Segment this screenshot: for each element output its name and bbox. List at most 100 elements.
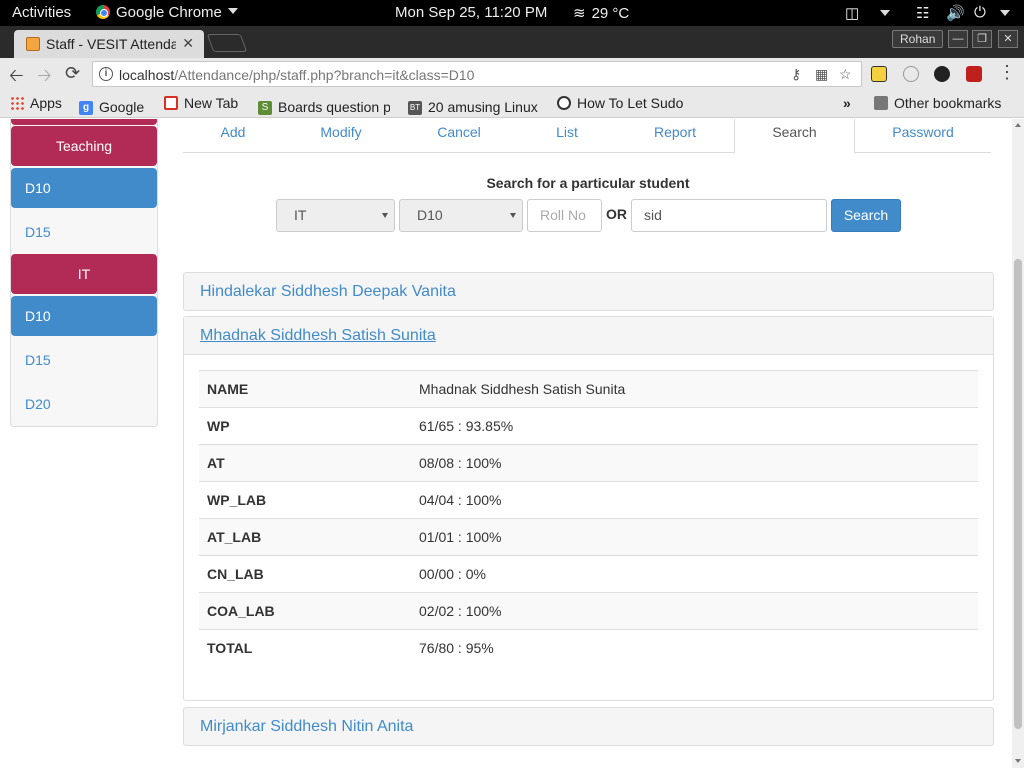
student-name-link[interactable]: Mhadnak Siddhesh Satish Sunita	[200, 327, 436, 345]
maximize-icon[interactable]: ❐	[972, 30, 992, 48]
student-name-link[interactable]: Hindalekar Siddhesh Deepak Vanita	[200, 283, 456, 301]
search-button[interactable]: Search	[831, 199, 901, 232]
table-row: TOTAL 76/80 : 95%	[199, 629, 978, 667]
new-tab-button[interactable]	[206, 34, 248, 52]
tab-modify[interactable]: Modify	[283, 119, 399, 153]
browser-tab[interactable]: Staff - VESIT Attendance ✕	[14, 30, 204, 58]
table-row: WP_LAB 04/04 : 100%	[199, 481, 978, 519]
camera-icon[interactable]: ◫	[845, 4, 859, 22]
student-name-link[interactable]: Mirjankar Siddhesh Nitin Anita	[200, 718, 413, 736]
scroll-up-icon[interactable]	[1015, 123, 1021, 127]
search-title: Search for a particular student	[486, 175, 690, 191]
panel-header[interactable]: Mhadnak Siddhesh Satish Sunita	[184, 317, 993, 355]
row-value: Mhadnak Siddhesh Satish Sunita	[411, 370, 978, 408]
roll-no-input[interactable]: Roll No	[527, 199, 602, 232]
reload-icon[interactable]: ⟳	[65, 63, 80, 84]
student-panel[interactable]: Hindalekar Siddhesh Deepak Vanita	[183, 272, 994, 311]
row-key: WP	[199, 407, 411, 445]
more-bookmarks-icon[interactable]: »	[843, 95, 851, 111]
row-key: NAME	[199, 370, 411, 408]
student-panel[interactable]: Mirjankar Siddhesh Nitin Anita	[183, 707, 994, 746]
sidebar-item-teaching-d10[interactable]: D10	[11, 168, 157, 208]
bookmark-label: Boards question p	[278, 99, 390, 115]
tab-search[interactable]: Search	[734, 119, 855, 154]
sidebar-item-teaching-d15[interactable]: D15	[11, 212, 157, 252]
class-value: D10	[417, 207, 443, 223]
sidebar-item-it-d20[interactable]: D20	[11, 384, 157, 424]
page-scrollbar[interactable]	[1012, 119, 1024, 768]
bookmark-label: Google	[99, 99, 145, 115]
system-top-bar: Activities Google Chrome Mon Sep 25, 11:…	[0, 0, 1024, 26]
name-search-input[interactable]: sid	[631, 199, 827, 232]
minimize-icon[interactable]: —	[948, 30, 968, 48]
tab-title: Staff - VESIT Attendance	[46, 36, 176, 52]
extension-github-icon[interactable]	[934, 66, 950, 82]
chevron-down-icon[interactable]	[994, 6, 1010, 23]
chevron-down-icon[interactable]	[874, 6, 890, 23]
scroll-down-icon[interactable]	[1015, 759, 1021, 763]
address-bar[interactable]: i localhost/Attendance/php/staff.php?bra…	[92, 61, 862, 87]
bookmark-sudo[interactable]: How To Let Sudo	[557, 95, 691, 111]
url-text: localhost/Attendance/php/staff.php?branc…	[119, 67, 474, 83]
bookmark-boards[interactable]: S Boards question p	[258, 95, 390, 115]
star-icon[interactable]: ☆	[839, 66, 852, 83]
sidebar-item-it-d15[interactable]: D15	[11, 340, 157, 380]
window-close-icon[interactable]: ✕	[998, 30, 1018, 48]
tab-add[interactable]: Add	[183, 119, 283, 153]
network-icon[interactable]: ☷	[916, 4, 929, 22]
other-bookmarks[interactable]: Other bookmarks	[874, 95, 1001, 111]
row-value: 01/01 : 100%	[411, 518, 978, 556]
power-icon[interactable]: ⏻	[974, 4, 986, 21]
bookmark-web-icon	[557, 96, 571, 110]
tab-strip: Staff - VESIT Attendance ✕ Rohan — ❐ ✕	[0, 26, 1024, 58]
bookmark-linux[interactable]: BT 20 amusing Linux	[408, 95, 540, 115]
activities-button[interactable]: Activities	[12, 4, 71, 21]
table-row: AT 08/08 : 100%	[199, 444, 978, 482]
scrollbar-thumb[interactable]	[1014, 259, 1022, 729]
class-select[interactable]: D10	[399, 199, 523, 232]
profile-button[interactable]: Rohan	[892, 30, 944, 48]
volume-icon[interactable]: 🔊	[946, 4, 965, 22]
row-key: AT	[199, 444, 411, 482]
extension-sync-icon[interactable]	[903, 66, 919, 82]
sidebar: Teaching D10 D15 IT D10 D15 D20	[10, 119, 158, 427]
weather[interactable]: ≋ 29 °C	[573, 4, 629, 22]
table-row: COA_LAB 02/02 : 100%	[199, 592, 978, 630]
student-panel-expanded: Mhadnak Siddhesh Satish Sunita NAME Mhadn…	[183, 316, 994, 701]
tab-cancel[interactable]: Cancel	[399, 119, 519, 153]
chevron-down-icon	[382, 213, 388, 218]
table-row: WP 61/65 : 93.85%	[199, 407, 978, 445]
row-value: 04/04 : 100%	[411, 481, 978, 519]
back-icon[interactable]: 🡠	[9, 63, 24, 93]
key-icon[interactable]: ⚷	[791, 66, 801, 83]
bookmark-apps[interactable]: Apps	[10, 95, 62, 111]
menu-kebab-icon[interactable]: ⋮	[998, 62, 1016, 83]
sidebar-head-it: IT	[11, 254, 157, 294]
tab-report[interactable]: Report	[615, 119, 735, 153]
sidebar-item-it-d10[interactable]: D10	[11, 296, 157, 336]
info-icon[interactable]: i	[99, 67, 113, 81]
forward-icon[interactable]: 🡢	[37, 63, 52, 93]
app-menu[interactable]: Google Chrome	[96, 4, 238, 21]
apps-grid-icon	[10, 96, 24, 110]
row-key: CN_LAB	[199, 555, 411, 593]
close-icon[interactable]: ✕	[182, 35, 194, 52]
clock[interactable]: Mon Sep 25, 11:20 PM	[395, 4, 547, 21]
branch-select[interactable]: IT	[276, 199, 395, 232]
tab-password[interactable]: Password	[855, 119, 991, 153]
row-key: WP_LAB	[199, 481, 411, 519]
translate-icon[interactable]: ▦	[815, 66, 828, 83]
haze-icon: ≋	[573, 5, 586, 22]
tab-list[interactable]: List	[519, 119, 615, 153]
bookmark-label: New Tab	[184, 95, 239, 111]
favicon-icon	[26, 37, 40, 51]
bookmark-label: 20 amusing Linux	[428, 99, 538, 115]
bookmark-new-tab[interactable]: New Tab	[164, 95, 238, 111]
bookmark-label: How To Let Sudo	[577, 95, 684, 111]
page-content: Teaching D10 D15 IT D10 D15 D20 Add Modi…	[0, 119, 1012, 768]
chrome-icon	[96, 5, 110, 19]
ublock-icon[interactable]	[966, 66, 982, 82]
extension-icon[interactable]	[871, 66, 887, 82]
bookmark-google[interactable]: g Google	[79, 95, 144, 115]
table-row: CN_LAB 00/00 : 0%	[199, 555, 978, 593]
